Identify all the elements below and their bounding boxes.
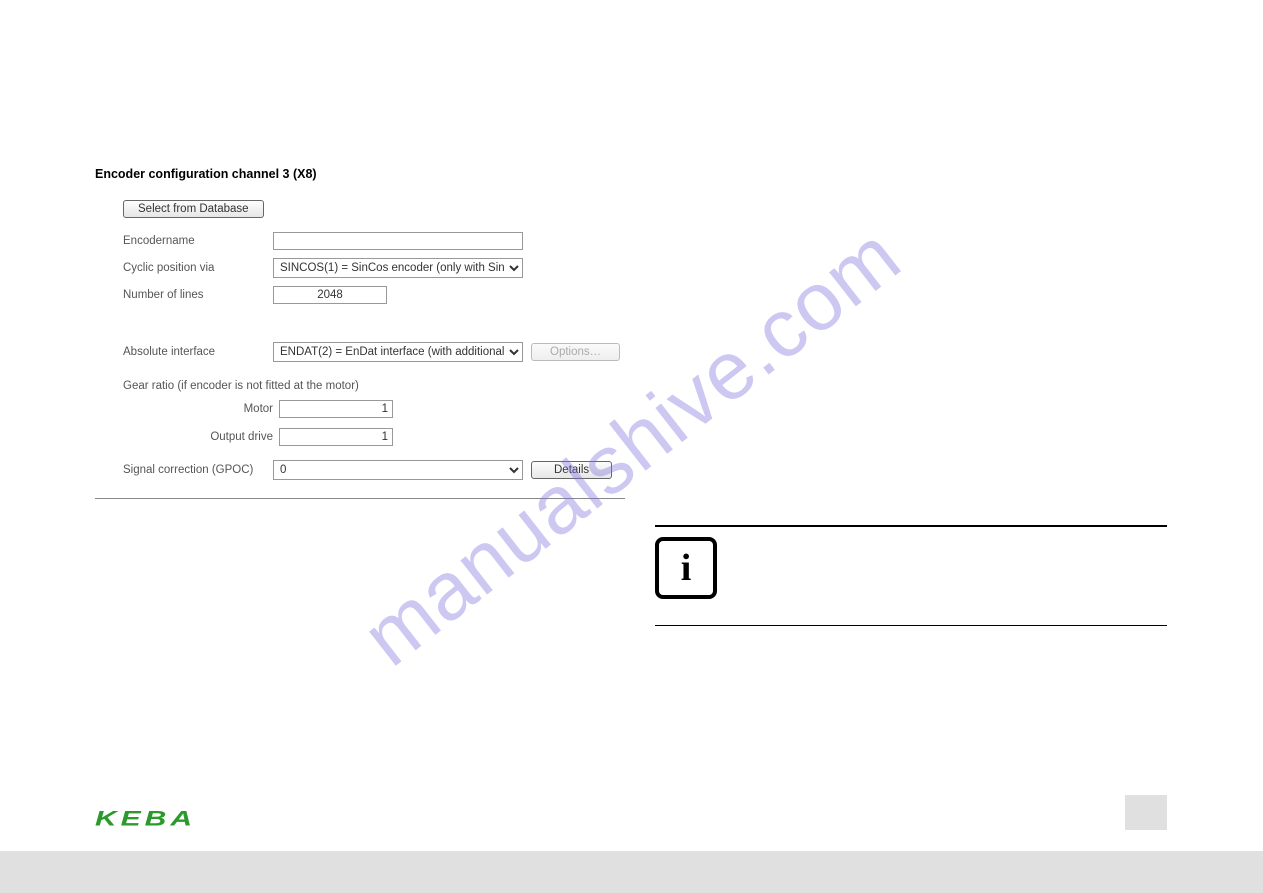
info-icon: i [655,537,717,599]
info-note: i [655,525,1167,626]
panel-title: Encoder configuration channel 3 (X8) [95,167,625,181]
footer-page-box [1125,795,1167,830]
number-of-lines-label: Number of lines [123,289,273,301]
options-button: Options… [531,343,620,361]
signal-correction-label: Signal correction (GPOC) [123,464,273,476]
absolute-interface-label: Absolute interface [123,346,273,358]
select-from-database-button[interactable]: Select from Database [123,200,264,218]
absolute-interface-select[interactable]: ENDAT(2) = EnDat interface (with additio… [273,342,523,362]
signal-correction-select[interactable]: 0 [273,460,523,480]
output-drive-label: Output drive [123,431,279,443]
encodername-input[interactable] [273,232,523,250]
motor-label: Motor [123,403,279,415]
info-text [735,537,1167,558]
cyclic-position-label: Cyclic position via [123,262,273,274]
footer-strip [0,851,1263,893]
details-button[interactable]: Details [531,461,612,479]
info-bottom-rule [655,625,1167,626]
keba-logo: KEBA [95,807,196,831]
encoder-config-panel: Encoder configuration channel 3 (X8) Sel… [95,167,625,499]
info-top-rule [655,525,1167,527]
motor-input[interactable] [279,400,393,418]
encodername-label: Encodername [123,235,273,247]
number-of-lines-input[interactable] [273,286,387,304]
output-drive-input[interactable] [279,428,393,446]
gear-ratio-heading: Gear ratio (if encoder is not fitted at … [123,380,625,392]
cyclic-position-select[interactable]: SINCOS(1) = SinCos encoder (only with Si… [273,258,523,278]
